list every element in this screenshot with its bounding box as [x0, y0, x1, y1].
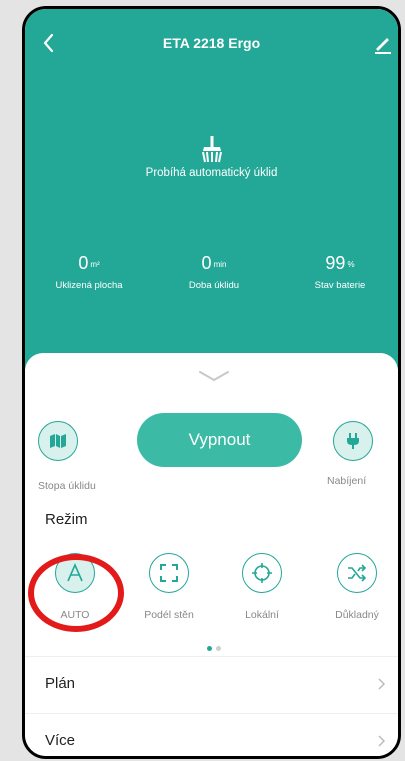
- edge-icon: [160, 564, 178, 582]
- auto-icon: [67, 563, 83, 582]
- mode-spot-label: Lokální: [245, 609, 279, 621]
- stat-time-unit: min: [213, 260, 227, 269]
- stat-area-label: Uklizená plocha: [55, 280, 123, 291]
- divider: [25, 713, 398, 714]
- chevron-right-icon: [378, 735, 386, 747]
- page-title: ETA 2218 Ergo: [162, 35, 261, 51]
- spot-icon: [252, 563, 272, 583]
- mode-deep-label: Důkladný: [335, 609, 379, 621]
- control-sheet: Stopa úklidu Vypnout Nabíjení Režim AUTO…: [25, 353, 398, 756]
- mode-auto-label: AUTO: [60, 609, 90, 621]
- mode-deep-button[interactable]: [337, 553, 377, 593]
- phone-frame: ETA 2218 Ergo Probíhá automatický úklid …: [22, 6, 401, 759]
- charge-button[interactable]: [333, 421, 373, 461]
- cleaning-status: Probíhá automatický úklid: [145, 167, 278, 179]
- map-label: Stopa úklidu: [38, 480, 96, 492]
- menu-row-plan[interactable]: Plán: [25, 659, 398, 713]
- mode-edge-label: Podél stěn: [144, 609, 194, 621]
- mode-edge-button[interactable]: [149, 553, 189, 593]
- edit-icon[interactable]: [372, 31, 394, 55]
- stat-battery-label: Stav baterie: [314, 280, 366, 291]
- stat-area-value: 0: [78, 253, 89, 273]
- stat-time-value: 0: [201, 253, 212, 273]
- status-panel: ETA 2218 Ergo Probíhá automatický úklid …: [25, 9, 398, 369]
- stop-button[interactable]: Vypnout: [137, 413, 302, 467]
- map-button[interactable]: [38, 421, 78, 461]
- stat-time-label: Doba úklidu: [188, 280, 240, 291]
- stat-area-unit: m²: [90, 260, 100, 269]
- charge-label: Nabíjení: [327, 475, 367, 487]
- broom-icon: [202, 136, 222, 163]
- pager-dot[interactable]: [216, 646, 221, 651]
- pager-dot-active[interactable]: [207, 646, 212, 651]
- shuffle-icon: [348, 564, 367, 582]
- stat-time: 0 min Doba úklidu: [159, 252, 269, 291]
- menu-row-more-label: Více: [45, 732, 76, 749]
- menu-row-more[interactable]: Více: [25, 716, 398, 756]
- stat-area: 0 m² Uklizená plocha: [34, 252, 144, 291]
- chevron-right-icon: [378, 678, 386, 690]
- header: ETA 2218 Ergo: [25, 29, 398, 57]
- stat-battery-value: 99: [325, 253, 346, 273]
- stat-battery: 99% Stav baterie: [285, 252, 395, 291]
- mode-title: Režim: [45, 511, 88, 528]
- map-icon: [50, 434, 66, 448]
- divider: [25, 656, 398, 657]
- stat-battery-unit: %: [347, 260, 355, 269]
- menu-row-plan-label: Plán: [45, 675, 76, 692]
- plug-icon: [347, 433, 359, 449]
- collapse-chevron-icon[interactable]: [198, 370, 230, 382]
- mode-spot-button[interactable]: [242, 553, 282, 593]
- mode-pager: [207, 638, 225, 656]
- mode-auto-button[interactable]: [55, 553, 95, 593]
